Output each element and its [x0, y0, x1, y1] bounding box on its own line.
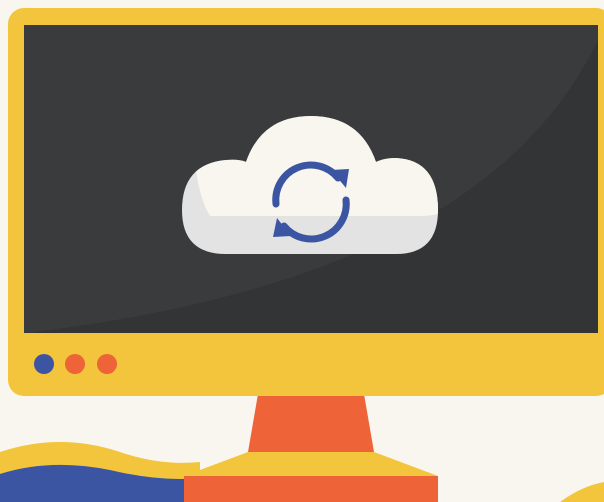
monitor-stand-base-top	[184, 452, 438, 476]
wave-yellow-right	[560, 482, 604, 502]
monitor-illustration	[0, 0, 604, 502]
indicator-light-1	[34, 354, 54, 374]
indicator-light-3	[97, 354, 117, 374]
monitor-stand-base	[184, 476, 438, 502]
indicator-light-2	[65, 354, 85, 374]
monitor-stand-neck	[248, 394, 374, 452]
